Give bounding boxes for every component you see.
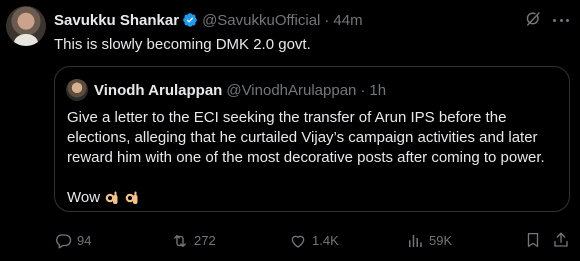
reply-button[interactable]: 94: [54, 231, 91, 251]
ok-hand-emoji-icon: [105, 191, 118, 204]
bookmark-icon[interactable]: [524, 231, 542, 249]
quoted-wow-line: Wow: [67, 188, 140, 208]
share-icon[interactable]: [552, 231, 570, 249]
more-icon[interactable]: [552, 11, 570, 29]
repost-count: 272: [194, 233, 216, 248]
quoted-wow-text: Wow: [67, 189, 101, 206]
repost-button[interactable]: 272: [171, 231, 216, 251]
post-header: Savukku Shankar @SavukkuOfficial · 44m: [54, 11, 363, 29]
quoted-author-avatar: [66, 79, 88, 101]
views-count: 59K: [429, 233, 453, 248]
separator-dot: ·: [324, 11, 330, 29]
reply-count: 94: [77, 233, 92, 248]
post-text: This is slowly becoming DMK 2.0 govt.: [54, 36, 311, 53]
quoted-time: 1h: [369, 81, 387, 99]
like-icon: [291, 235, 305, 248]
quoted-author-handle: @VinodhArulappan: [226, 81, 357, 99]
author-avatar[interactable]: [6, 6, 46, 46]
post-time[interactable]: 44m: [333, 12, 362, 29]
quoted-post[interactable]: Vinodh Arulappan @VinodhArulappan · 1h G…: [54, 66, 570, 212]
action-bar: 94 272 1.4K 59K: [54, 231, 570, 251]
author-handle[interactable]: @SavukkuOfficial: [202, 12, 320, 29]
views-button[interactable]: 59K: [406, 231, 452, 251]
like-count: 1.4K: [312, 233, 339, 248]
reply-icon: [56, 234, 72, 249]
repost-icon: [174, 235, 186, 247]
grok-icon[interactable]: [524, 10, 542, 28]
like-button[interactable]: 1.4K: [289, 231, 339, 251]
quoted-text: Give a letter to the ECI seeking the tra…: [67, 108, 559, 168]
views-icon: [409, 235, 422, 247]
quoted-header: Vinodh Arulappan @VinodhArulappan · 1h: [94, 81, 386, 99]
quoted-text-line: Give a letter to the ECI seeking the tra…: [67, 109, 507, 126]
ok-hand-emoji-icon: [125, 191, 138, 204]
quoted-text-line: elections, alleging that he curtailed Vi…: [67, 129, 538, 146]
quoted-separator-dot: ·: [360, 81, 366, 99]
author-name[interactable]: Savukku Shankar: [54, 12, 179, 29]
verified-icon: [183, 13, 197, 27]
quoted-text-line: reward him with one of the most decorati…: [67, 149, 545, 166]
quoted-author-name: Vinodh Arulappan: [94, 81, 223, 99]
